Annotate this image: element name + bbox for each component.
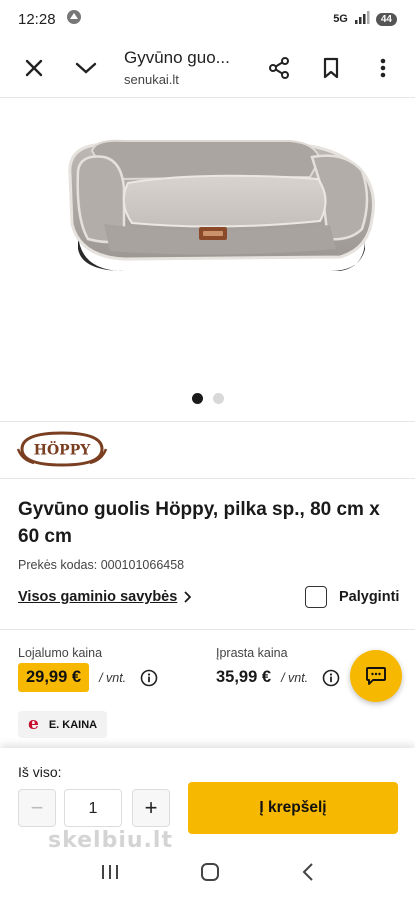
eprice-label: E. KAINA xyxy=(48,718,98,731)
loyalty-price-value: 29,99 € xyxy=(18,663,90,692)
signal-icon xyxy=(354,10,370,28)
compare-toggle[interactable]: Palyginti xyxy=(305,586,399,608)
system-nav-bar xyxy=(0,848,415,900)
product-title: Gyvūno guolis Höppy, pilka sp., 80 cm x … xyxy=(18,499,380,547)
regular-price-label: Įprasta kaina xyxy=(216,646,288,660)
carousel-dot-2[interactable] xyxy=(212,393,224,404)
eprice-icon: e xyxy=(28,714,39,734)
recent-apps-icon xyxy=(102,864,119,879)
eprice-badge[interactable]: e E. KAINA xyxy=(18,711,108,738)
chat-icon xyxy=(366,667,386,685)
home-button[interactable] xyxy=(200,862,220,887)
quantity-decrease-button[interactable]: − xyxy=(18,789,56,827)
recent-apps-button[interactable] xyxy=(100,863,120,886)
battery-indicator: 44 xyxy=(375,12,397,26)
all-properties-label: Visos gaminio savybės xyxy=(18,589,178,605)
network-label: 5G xyxy=(333,13,348,25)
product-code-row: Prekės kodas: 000101066458 xyxy=(18,558,184,572)
more-vertical-icon xyxy=(380,58,386,77)
status-time: 12:28 xyxy=(18,10,56,28)
back-icon xyxy=(302,862,313,881)
regular-price-unit: / vnt. xyxy=(281,670,309,685)
product-code-value: 000101066458 xyxy=(100,558,185,572)
loyalty-price-label: Lojalumo kaina xyxy=(18,646,103,660)
regular-price-block: Įprasta kaina 35,99 € / vnt. xyxy=(216,646,340,687)
more-options-button[interactable] xyxy=(357,42,409,94)
add-to-cart-button[interactable]: Į krepšelį xyxy=(188,782,398,834)
divider xyxy=(0,629,415,630)
back-button[interactable] xyxy=(301,862,315,887)
chevron-right-icon xyxy=(184,591,192,603)
all-properties-link[interactable]: Visos gaminio savybės xyxy=(18,589,192,605)
collapse-button[interactable] xyxy=(60,42,112,94)
close-icon xyxy=(25,59,43,76)
app-notification-icon xyxy=(66,9,82,29)
compare-checkbox[interactable] xyxy=(305,586,327,608)
quantity-increase-button[interactable]: + xyxy=(132,789,170,827)
carousel-dot-1[interactable] xyxy=(191,393,203,404)
divider xyxy=(0,478,415,479)
share-button[interactable] xyxy=(253,42,305,94)
home-icon xyxy=(201,862,220,881)
page-url: senukai.lt xyxy=(124,72,179,87)
close-button[interactable] xyxy=(8,42,60,94)
info-icon[interactable] xyxy=(322,669,340,687)
page-title-block: Gyvūno guo... senukai.lt xyxy=(112,48,253,87)
carousel-indicator xyxy=(0,393,415,404)
product-image-gallery[interactable] xyxy=(0,99,415,419)
page-title: Gyvūno guo... xyxy=(124,48,230,67)
compare-label: Palyginti xyxy=(339,589,400,605)
chat-button[interactable] xyxy=(350,650,402,702)
status-bar: 12:28 5G 44 xyxy=(0,0,415,38)
bookmark-button[interactable] xyxy=(305,42,357,94)
bookmark-icon xyxy=(323,57,339,78)
divider xyxy=(0,421,415,422)
product-code-label: Prekės kodas: xyxy=(18,558,98,572)
loyalty-price-unit: / vnt. xyxy=(99,670,127,685)
brand-logo[interactable]: HÖPPY xyxy=(16,430,108,468)
chevron-down-icon xyxy=(75,62,97,74)
info-icon[interactable] xyxy=(140,669,158,687)
regular-price-value: 35,99 € xyxy=(216,668,272,686)
loyalty-price-block: Lojalumo kaina 29,99 € / vnt. xyxy=(18,646,158,692)
product-image xyxy=(68,139,375,271)
share-icon xyxy=(269,56,289,79)
quantity-input[interactable]: 1 xyxy=(64,789,122,827)
browser-toolbar: Gyvūno guo... senukai.lt xyxy=(0,38,415,98)
brand-logo-text: HÖPPY xyxy=(34,440,91,459)
quantity-label: Iš viso: xyxy=(18,764,62,780)
